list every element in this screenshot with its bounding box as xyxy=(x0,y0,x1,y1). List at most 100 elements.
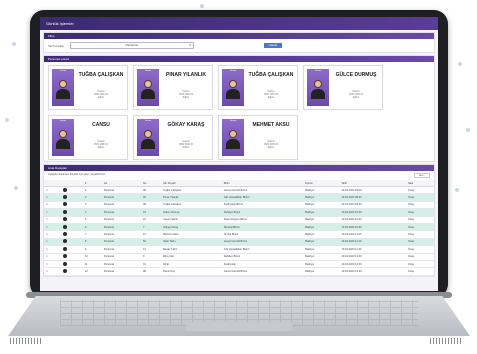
staff-meta: Telefon 0530 0000 00 Eğitim xyxy=(245,141,297,150)
row-action[interactable]: Onay xyxy=(405,260,434,269)
edit-icon[interactable]: ✎ xyxy=(46,203,48,206)
staff-card[interactable]: Uzman CANSU Telefon 0530 0000 00 Eğitim xyxy=(48,115,128,160)
row-index: 1 xyxy=(82,186,102,195)
staff-card[interactable]: Uzman GÖKAY KARAŞ Telefon 0530 0000 00 Eğiti… xyxy=(133,115,213,160)
edit-icon[interactable]: ✎ xyxy=(46,270,48,273)
staff-role: Uzman xyxy=(59,120,67,122)
table-row[interactable]: ✎ 8 Personel 52 Selin Tekin Genel Cerrahi Bir… xyxy=(44,238,434,247)
table-row[interactable]: ✎ 6 Personel 7 Gökay Karaş Nöroloji Birimi Bek… xyxy=(44,223,434,232)
staff-photo: Uzman xyxy=(137,69,159,106)
list-info: Aşağıda listelenen kayıtlar için işlem y… xyxy=(48,173,106,176)
row-action[interactable]: Onay xyxy=(405,193,434,202)
table-row[interactable]: ✎ 5 Personel 21 Cansu Şahin Kadın Doğum Birim… xyxy=(44,216,434,224)
table-row[interactable]: ✎ 10 Personel 9 Ebru Can Dahiliye Birimi Bekli… xyxy=(44,253,434,261)
staff-card-list: Uzman TUĞBA ÇALIŞKAN Telefon 0530 0000 00 Eğ… xyxy=(44,62,434,161)
table-row[interactable]: ✎ 11 Personel 41 Ali Er Kardiyoloji Bekliyor 10… xyxy=(44,260,434,269)
row-index: 6 xyxy=(82,223,102,232)
table-row[interactable]: ✎ 4 Personel 19 Gülce Durmuş Dahiliye Birimi B… xyxy=(44,208,434,217)
staff-card[interactable]: Uzman TUĞBA ÇALIŞKAN Telefon 0530 0000 00 Eğ… xyxy=(218,65,298,110)
row-name: Mehmet Aksu xyxy=(161,230,222,239)
row-date: 10.04.2023 12:00 xyxy=(339,253,406,261)
edit-icon[interactable]: ✎ xyxy=(46,233,48,236)
row-type: Personel xyxy=(101,216,141,224)
avatar xyxy=(62,268,67,273)
table-search-input[interactable]: ara... xyxy=(414,173,430,178)
row-index: 7 xyxy=(82,230,102,239)
table-row[interactable]: ✎ 1 Personel 48 Tuğba Çalışkan Genel Cerrahi … xyxy=(44,186,434,195)
row-date: 10.04.2023 10:40 xyxy=(339,223,406,232)
table-row[interactable]: ✎ 7 Personel 12 Mehmet Aksu Üroloji Birimi Bek… xyxy=(44,230,434,239)
edit-icon[interactable]: ✎ xyxy=(46,240,48,243)
table-row[interactable]: ✎ 9 Personel 14 Burak Yıldız Göz Hastalıkları… xyxy=(44,245,434,254)
staff-meta-3: Eğitim xyxy=(97,147,105,149)
staff-photo: Uzman xyxy=(222,119,244,156)
edit-icon[interactable]: ✎ xyxy=(46,218,48,221)
edit-icon[interactable]: ✎ xyxy=(46,196,48,199)
laptop-screen: Günlük İşlemler Filtre Tarih Aralığı Paz… xyxy=(40,17,438,291)
staff-card[interactable]: Uzman TUĞBA ÇALIŞKAN Telefon 0530 0000 00 Eğ… xyxy=(48,65,128,110)
row-type: Personel xyxy=(101,193,141,202)
row-date: 10.04.2023 13:20 xyxy=(339,267,406,276)
list-button[interactable]: Listele xyxy=(263,43,282,48)
edit-icon[interactable]: ✎ xyxy=(46,255,48,258)
appointment-table: # Ad No Adı Soyadı Birim Durum Tarih Saat ✎ 1 Per… xyxy=(44,180,434,276)
staff-meta-3: Eğitim xyxy=(352,97,360,99)
row-name: Ebru Can xyxy=(161,253,222,261)
staff-role: Uzman xyxy=(144,120,152,122)
staff-name: TUĞBA ÇALIŞKAN xyxy=(78,72,124,78)
table-row[interactable]: ✎ 3 Personel 48 Tuğba Çalışkan Kardiyoloji Bi… xyxy=(44,201,434,210)
staff-name: PINAR YILANLIK xyxy=(166,72,206,78)
row-action[interactable]: Onay xyxy=(405,186,434,195)
staff-meta-3: Eğitim xyxy=(267,97,275,99)
table-row[interactable]: ✎ 2 Personel 33 Pınar Yılanlık Göz Hastalıkla… xyxy=(44,193,434,202)
row-type: Personel xyxy=(101,260,141,269)
row-no: 7 xyxy=(140,223,162,232)
row-action[interactable]: Onay xyxy=(405,208,434,217)
row-action[interactable]: Onay xyxy=(405,253,434,261)
row-action[interactable]: Onay xyxy=(405,267,434,276)
row-no: 21 xyxy=(140,216,162,224)
row-type: Personel xyxy=(101,186,141,195)
staff-card[interactable]: Uzman PINAR YILANLIK Telefon 0530 0000 00 Eğ… xyxy=(133,65,213,110)
staff-name: MEHMET AKSU xyxy=(252,122,290,128)
day-select-value: Pazartesi xyxy=(125,43,139,47)
staff-name: GÜLCE DURMUŞ xyxy=(335,72,377,78)
row-action[interactable]: Onay xyxy=(405,216,434,224)
row-unit: Genel Cerrahi Birimi xyxy=(221,267,304,276)
table-row[interactable]: ✎ 12 Personel 38 Deniz Koç Genel Cerrahi Biri… xyxy=(44,267,434,276)
list-panel-title: Liste Detayları xyxy=(48,166,68,170)
row-action[interactable]: Onay xyxy=(405,230,434,239)
row-no: 38 xyxy=(140,267,162,276)
row-unit: Genel Cerrahi Birimi xyxy=(221,186,304,195)
edit-icon[interactable]: ✎ xyxy=(46,248,48,251)
avatar xyxy=(62,239,67,244)
row-action[interactable]: Onay xyxy=(405,223,434,232)
avatar xyxy=(62,195,67,200)
staff-card[interactable]: Uzman GÜLCE DURMUŞ Telefon 0530 0000 00 Eğit… xyxy=(303,65,383,110)
edit-icon[interactable]: ✎ xyxy=(46,263,48,266)
row-type: Personel xyxy=(101,230,141,239)
row-action[interactable]: Onay xyxy=(405,201,434,210)
row-unit: Üroloji Birimi xyxy=(221,230,304,239)
filter-title: Filtre xyxy=(48,34,55,38)
row-action[interactable]: Onay xyxy=(405,238,434,247)
avatar xyxy=(62,254,67,259)
row-status: Bekliyor xyxy=(303,216,340,224)
row-name: Tuğba Çalışkan xyxy=(161,201,222,210)
staff-card[interactable]: Uzman MEHMET AKSU Telefon 0530 0000 00 Eğiti… xyxy=(218,115,298,160)
row-type: Personel xyxy=(101,201,141,210)
day-select[interactable]: Pazartesi ▾ xyxy=(69,42,194,49)
row-name: Tuğba Çalışkan xyxy=(161,186,222,195)
filter-label: Tarih Aralığı xyxy=(48,43,64,48)
row-action[interactable]: Onay xyxy=(405,245,434,254)
row-index: 3 xyxy=(82,201,102,210)
row-name: Pınar Yılanlık xyxy=(161,193,222,202)
row-type: Personel xyxy=(101,267,141,276)
row-unit: Kardiyoloji xyxy=(221,260,304,269)
edit-icon[interactable]: ✎ xyxy=(46,189,48,192)
row-index: 2 xyxy=(82,193,102,202)
edit-icon[interactable]: ✎ xyxy=(46,226,48,229)
edit-icon[interactable]: ✎ xyxy=(46,211,48,214)
avatar xyxy=(62,187,67,192)
row-unit: Kadın Doğum Birimi xyxy=(221,216,304,224)
